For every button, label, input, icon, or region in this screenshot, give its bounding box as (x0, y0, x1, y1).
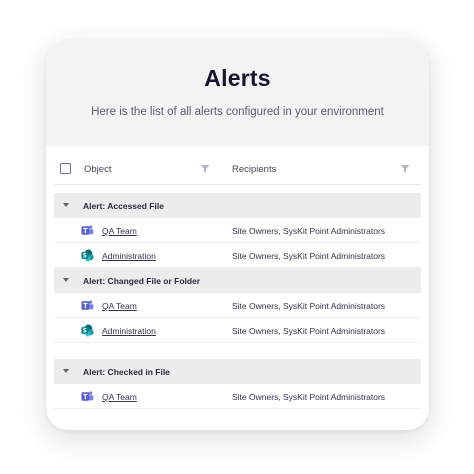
recipients-text: Site Owners, SysKit Point Administrators (232, 392, 386, 402)
recipients-text: Site Owners, SysKit Point Administrators (232, 301, 386, 311)
group-label: Alert: Checked in File (83, 367, 170, 377)
alerts-card: Alerts Here is the list of all alerts co… (46, 40, 429, 430)
table-row[interactable]: QA Team Site Owners, SysKit Point Admini… (54, 218, 421, 243)
group-row[interactable]: Alert: Checked in File (54, 359, 421, 384)
chevron-down-icon[interactable] (63, 203, 69, 207)
teams-icon (81, 390, 94, 403)
sharepoint-icon: S (81, 324, 94, 337)
table-row[interactable]: S Administration Site Owners, SysKit Poi… (54, 243, 421, 268)
recipients-text: Site Owners, SysKit Point Administrators (232, 326, 386, 336)
group-label: Alert: Changed File or Folder (83, 276, 201, 286)
column-header-object[interactable]: Object (84, 164, 111, 175)
object-link[interactable]: Administration (102, 251, 156, 261)
recipients-text: Site Owners, SysKit Point Administrators (232, 251, 386, 261)
chevron-down-icon[interactable] (63, 369, 69, 373)
group-row[interactable]: Alert: Changed File or Folder (54, 268, 421, 293)
chevron-down-icon[interactable] (63, 278, 69, 282)
table-row[interactable]: S Administration Site Owners, SysKit Poi… (54, 318, 421, 343)
select-all-checkbox[interactable] (60, 163, 71, 174)
table-row[interactable]: QA Team Site Owners, SysKit Point Admini… (54, 293, 421, 318)
sharepoint-icon: S (81, 249, 94, 262)
object-link[interactable]: QA Team (102, 392, 137, 402)
filter-icon[interactable] (200, 164, 210, 174)
group-label: Alert: Accessed File (83, 201, 164, 211)
object-link[interactable]: QA Team (102, 301, 137, 311)
object-link[interactable]: Administration (102, 326, 156, 336)
object-link[interactable]: QA Team (102, 226, 137, 236)
svg-text:S: S (83, 254, 87, 260)
card-header: Alerts Here is the list of all alerts co… (46, 40, 429, 146)
column-header-recipients[interactable]: Recipients (232, 164, 276, 175)
table-row[interactable]: QA Team Site Owners, SysKit Point Admini… (54, 384, 421, 409)
table-header: Object Recipients (54, 154, 421, 185)
teams-icon (81, 299, 94, 312)
recipients-text: Site Owners, SysKit Point Administrators (232, 226, 386, 236)
page-title: Alerts (204, 65, 271, 91)
filter-icon[interactable] (400, 164, 410, 174)
teams-icon (81, 224, 94, 237)
svg-text:S: S (83, 329, 87, 335)
page-subtitle: Here is the list of all alerts configure… (91, 106, 384, 118)
group-row[interactable]: Alert: Accessed File (54, 193, 421, 218)
alerts-table-body: Alert: Accessed File QA Team Site Owners… (54, 193, 421, 409)
